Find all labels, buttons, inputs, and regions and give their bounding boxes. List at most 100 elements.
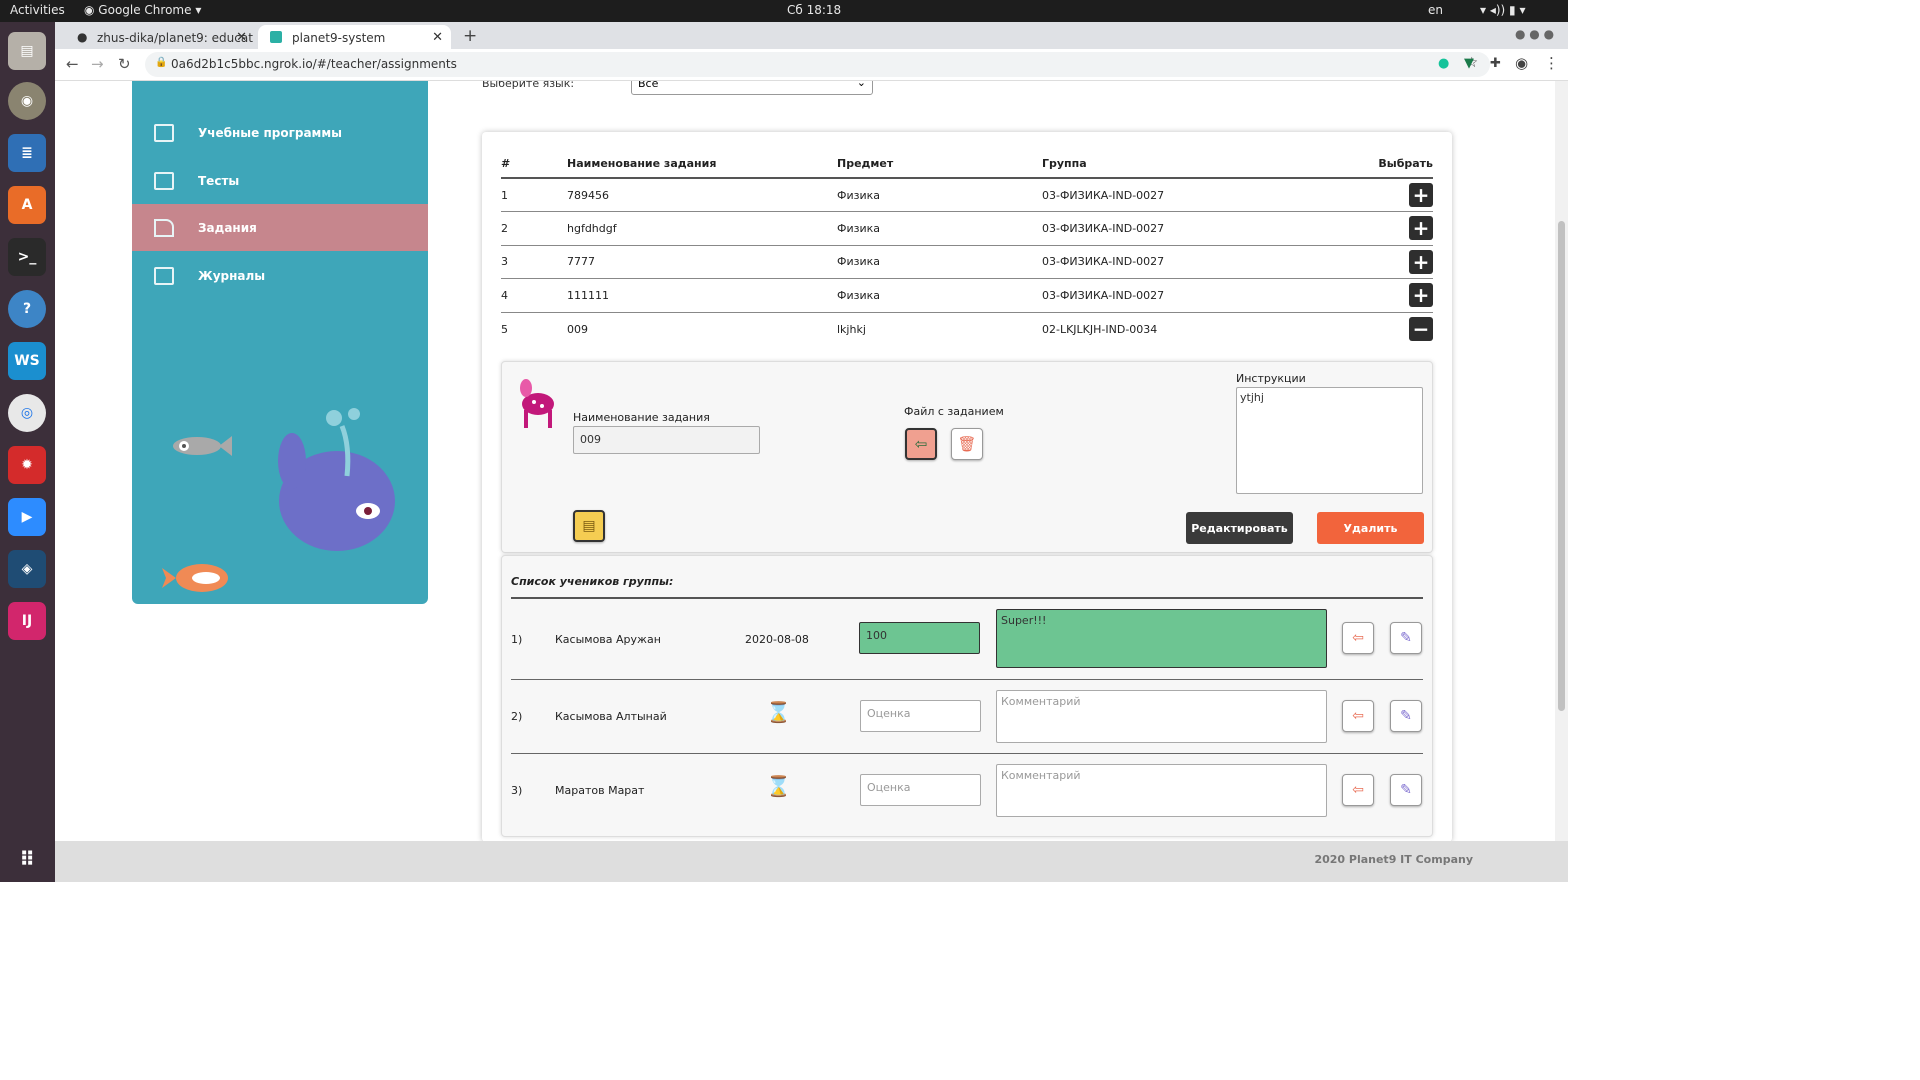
table-row[interactable]: 2 hgfdhdgf Физика 03-ФИЗИКА-IND-0027 + bbox=[501, 211, 1433, 246]
system-tray-icons[interactable]: ▾ ◂)) ▮ ▾ bbox=[1480, 3, 1525, 17]
url-field[interactable]: 🔒 0a6d2b1c5bbc.ngrok.io/#/teacher/assign… bbox=[145, 52, 1490, 77]
download-file-button[interactable]: ⇦ bbox=[905, 428, 937, 460]
url-text: 0a6d2b1c5bbc.ngrok.io/#/teacher/assignme… bbox=[171, 57, 457, 71]
write-grade-button[interactable]: ✎ bbox=[1390, 622, 1422, 654]
comment-input[interactable]: Super!!! bbox=[996, 609, 1327, 668]
reload-icon[interactable]: ↻ bbox=[118, 55, 131, 73]
profile-icon[interactable]: ◉ bbox=[1515, 54, 1528, 72]
download-submission-button[interactable]: ⇦ bbox=[1342, 774, 1374, 806]
grammarly-icon[interactable]: ● bbox=[1438, 56, 1449, 71]
sidebar-item-tests[interactable]: Тесты bbox=[132, 157, 428, 204]
chrome-icon[interactable]: ◎ bbox=[8, 394, 46, 432]
write-grade-button[interactable]: ✎ bbox=[1390, 774, 1422, 806]
language-select[interactable]: Все ⌄ bbox=[631, 81, 873, 95]
show-apps-icon[interactable]: ⠿ bbox=[8, 840, 46, 878]
grade-input[interactable]: Оценка bbox=[860, 774, 981, 806]
close-tab-icon[interactable]: ✕ bbox=[236, 30, 247, 45]
planet9-favicon bbox=[270, 31, 282, 43]
chrome-menu-icon[interactable]: ⋮ bbox=[1544, 54, 1559, 72]
help-icon[interactable]: ? bbox=[8, 290, 46, 328]
chevron-down-icon: ⌄ bbox=[856, 81, 866, 89]
writer-icon[interactable]: ≣ bbox=[8, 134, 46, 172]
mysql-workbench-icon[interactable]: ◈ bbox=[8, 550, 46, 588]
col-select: Выбрать bbox=[1353, 150, 1433, 179]
vue-devtools-icon[interactable]: ▼ bbox=[1464, 56, 1474, 71]
grade-input[interactable]: 100 bbox=[859, 622, 980, 654]
cell-number: 2 bbox=[501, 211, 567, 246]
window-controls[interactable]: ● ● ● bbox=[1515, 27, 1554, 41]
hourglass-icon: ⌛ bbox=[766, 700, 791, 724]
download-icon: ⇦ bbox=[914, 435, 928, 453]
new-tab-icon[interactable]: + bbox=[463, 26, 477, 46]
cell-subject: Физика bbox=[837, 178, 1042, 212]
close-tab-icon[interactable]: ✕ bbox=[432, 30, 443, 45]
rhythmbox-icon[interactable]: ◉ bbox=[8, 82, 46, 120]
assignments-card: # Наименование задания Предмет Группа Вы… bbox=[482, 132, 1452, 841]
table-row[interactable]: 1 789456 Физика 03-ФИЗИКА-IND-0027 + bbox=[501, 178, 1433, 212]
cell-name: 789456 bbox=[567, 178, 837, 212]
cell-group: 03-ФИЗИКА-IND-0027 bbox=[1042, 178, 1353, 212]
software-center-icon[interactable]: A bbox=[8, 186, 46, 224]
delete-button[interactable]: Удалить bbox=[1317, 512, 1424, 544]
delete-file-button[interactable]: 🗑 bbox=[951, 428, 983, 460]
rocket-fish-illustration bbox=[162, 564, 228, 592]
sea-illustration bbox=[162, 408, 395, 592]
scrollbar-thumb[interactable] bbox=[1558, 221, 1565, 711]
table-row[interactable]: 3 7777 Физика 03-ФИЗИКА-IND-0027 + bbox=[501, 245, 1433, 279]
edit-note-icon: ✎ bbox=[1400, 708, 1412, 724]
comment-input[interactable]: Комментарий bbox=[996, 690, 1327, 743]
sidebar-item-curriculum[interactable]: Учебные программы bbox=[132, 109, 428, 156]
select-plus-button[interactable]: + bbox=[1409, 216, 1433, 241]
student-number: 1) bbox=[511, 633, 523, 646]
page-scrollbar[interactable] bbox=[1555, 81, 1568, 841]
grade-input[interactable]: Оценка bbox=[860, 700, 981, 732]
write-grade-button[interactable]: ✎ bbox=[1390, 700, 1422, 732]
assignments-table: # Наименование задания Предмет Группа Вы… bbox=[501, 150, 1433, 346]
table-row[interactable]: 5 009 lkjhkj 02-LKJLKJH-IND-0034 − bbox=[501, 312, 1433, 346]
deselect-minus-button[interactable]: − bbox=[1409, 317, 1433, 341]
download-icon: ⇦ bbox=[1352, 782, 1364, 798]
assignment-name-input[interactable]: 009 bbox=[573, 426, 760, 454]
activities-button[interactable]: Activities bbox=[10, 3, 65, 17]
extensions-icon[interactable]: ✚ bbox=[1490, 56, 1501, 71]
app-launcher: ▤ ◉ ≣ A >_ ? WS ◎ ✹ ▶ ◈ IJ ⠿ bbox=[0, 22, 55, 882]
intellij-icon[interactable]: IJ bbox=[8, 602, 46, 640]
folder-button[interactable]: ▤ bbox=[573, 510, 605, 542]
files-icon[interactable]: ▤ bbox=[8, 32, 46, 70]
cell-number: 3 bbox=[501, 245, 567, 279]
clock[interactable]: Сб 18:18 bbox=[787, 3, 841, 17]
sidebar-item-assignments[interactable]: Задания bbox=[132, 204, 428, 251]
keyboard-lang[interactable]: en bbox=[1428, 3, 1443, 17]
students-header: Список учеников группы: bbox=[511, 556, 1423, 599]
sidebar-item-journals[interactable]: Журналы bbox=[132, 252, 428, 299]
tab-label: planet9-system bbox=[292, 31, 386, 45]
tab-github[interactable]: ● zhus-dika/planet9: educat ✕ bbox=[63, 25, 255, 49]
zoom-icon[interactable]: ▶ bbox=[8, 498, 46, 536]
forward-icon[interactable]: → bbox=[91, 55, 104, 73]
col-number: # bbox=[501, 150, 567, 179]
sidebar-item-label: Задания bbox=[198, 220, 257, 235]
chrome-menu[interactable]: ◉ Google Chrome ▾ bbox=[84, 3, 201, 17]
download-submission-button[interactable]: ⇦ bbox=[1342, 622, 1374, 654]
cell-group: 02-LKJLKJH-IND-0034 bbox=[1042, 322, 1158, 336]
file-label: Файл с заданием bbox=[904, 405, 1004, 418]
download-submission-button[interactable]: ⇦ bbox=[1342, 700, 1374, 732]
table-row[interactable]: 4 111111 Физика 03-ФИЗИКА-IND-0027 + bbox=[501, 278, 1433, 313]
os-top-bar: Activities ◉ Google Chrome ▾ Сб 18:18 en… bbox=[0, 0, 1568, 22]
cell-number: 1 bbox=[501, 178, 567, 212]
webstorm-icon[interactable]: WS bbox=[8, 342, 46, 380]
edit-button[interactable]: Редактировать bbox=[1186, 512, 1293, 544]
select-plus-button[interactable]: + bbox=[1409, 183, 1433, 207]
comment-input[interactable]: Комментарий bbox=[996, 764, 1327, 817]
footer-text: 2020 Planet9 IT Company bbox=[1314, 853, 1473, 866]
select-plus-button[interactable]: + bbox=[1409, 249, 1433, 274]
back-icon[interactable]: ← bbox=[66, 55, 79, 73]
sidebar-item-label: Тесты bbox=[198, 173, 240, 188]
select-plus-button[interactable]: + bbox=[1409, 283, 1433, 308]
terminal-icon[interactable]: >_ bbox=[8, 238, 46, 276]
wolfram-icon[interactable]: ✹ bbox=[8, 446, 46, 484]
cell-subject: Физика bbox=[837, 245, 1042, 279]
student-row: 3) Маратов Марат ⌛ Оценка Комментарий ⇦ … bbox=[511, 754, 1423, 828]
instructions-textarea[interactable]: ytjhj bbox=[1236, 387, 1423, 494]
tab-planet9[interactable]: planet9-system ✕ bbox=[258, 25, 451, 49]
